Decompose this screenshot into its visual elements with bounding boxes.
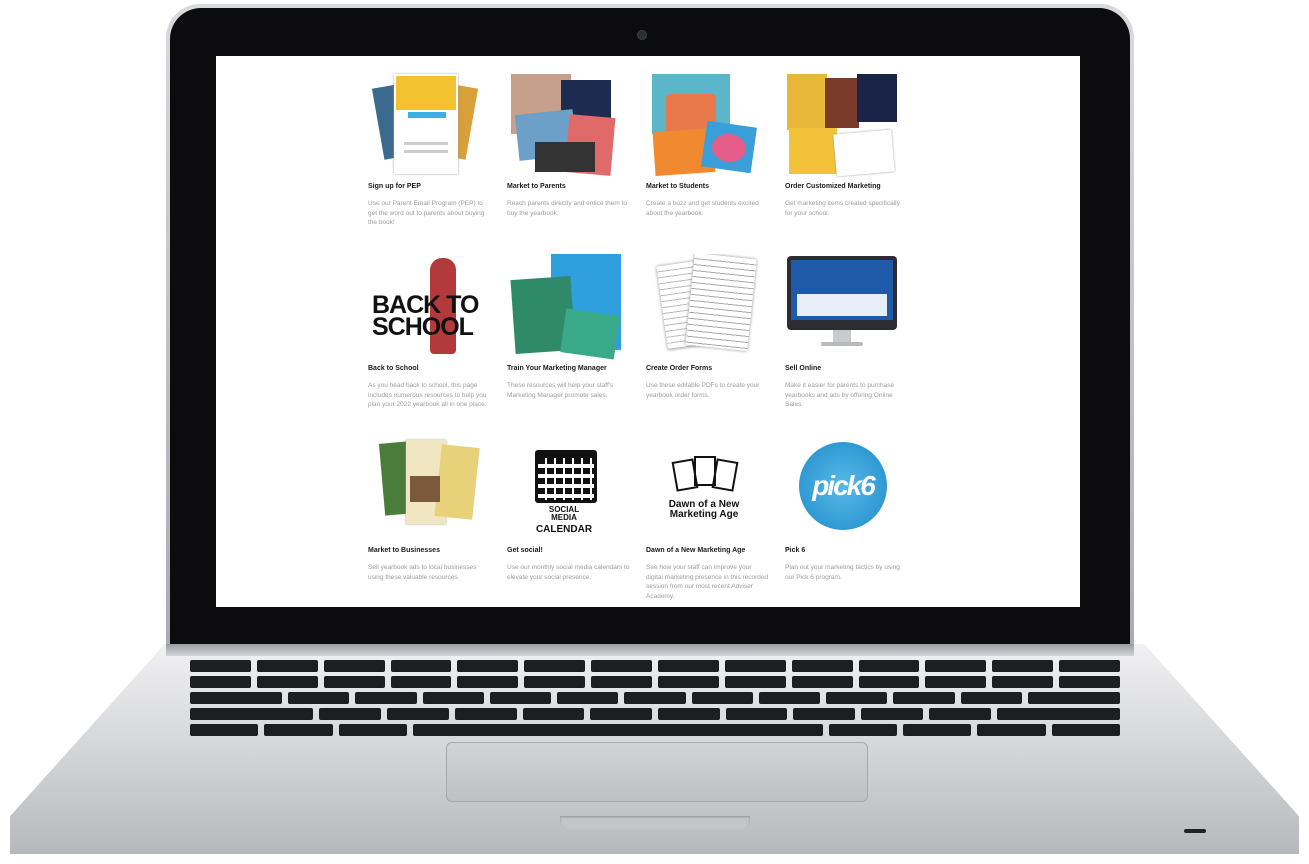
order-forms-thumbnail[interactable]	[646, 254, 760, 360]
trackpad	[446, 742, 868, 802]
card-title[interactable]: Sign up for PEP	[368, 183, 507, 190]
card-dawn-marketing-age[interactable]: Dawn of a New Marketing Age Dawn of a Ne…	[646, 436, 785, 606]
card-description: Use our monthly social media calendars t…	[507, 564, 630, 581]
pick6-logo: pick6	[799, 442, 887, 530]
card-sign-up-pep[interactable]: Sign up for PEP Use our Parent Email Pro…	[368, 72, 507, 242]
card-train-marketing-manager[interactable]: Train Your Marketing Manager These resou…	[507, 254, 646, 424]
card-description: Make it easier for parents to purchase y…	[785, 382, 895, 408]
card-description: Use our Parent Email Program (PEP) to ge…	[368, 200, 485, 226]
card-description: Create a buzz and get students excited a…	[646, 200, 759, 217]
card-create-order-forms[interactable]: Create Order Forms Use these editable PD…	[646, 254, 785, 424]
card-market-to-businesses[interactable]: Market to Businesses Sell yearbook ads t…	[368, 436, 507, 606]
card-market-to-parents[interactable]: Market to Parents Reach parents directly…	[507, 72, 646, 242]
card-description: Reach parents directly and entice them t…	[507, 200, 627, 217]
card-title[interactable]: Sell Online	[785, 365, 924, 372]
card-title[interactable]: Get social!	[507, 547, 646, 554]
card-back-to-school[interactable]: BACK TO SCHOOL Back to School As you hea…	[368, 254, 507, 424]
back-to-school-graphic-text: BACK TO SCHOOL	[372, 291, 479, 341]
phone-card-icon	[711, 458, 739, 492]
card-get-social[interactable]: SOCIAL MEDIA CALENDAR Get social! Use ou…	[507, 436, 646, 606]
back-to-school-thumbnail[interactable]: BACK TO SCHOOL	[368, 254, 482, 360]
laptop-lid: Sign up for PEP Use our Parent Email Pro…	[166, 4, 1134, 656]
resource-grid: Sign up for PEP Use our Parent Email Pro…	[368, 72, 928, 606]
card-title[interactable]: Market to Students	[646, 183, 785, 190]
sell-online-thumbnail[interactable]	[785, 254, 899, 360]
card-title[interactable]: Create Order Forms	[646, 365, 785, 372]
keyboard	[189, 660, 1121, 738]
students-thumbnail[interactable]	[646, 72, 760, 178]
screen-bezel: Sign up for PEP Use our Parent Email Pro…	[170, 8, 1130, 656]
status-led	[1184, 829, 1206, 833]
card-description: Use these editable PDFs to create your y…	[646, 382, 760, 399]
card-order-customized-marketing[interactable]: Order Customized Marketing Get marketing…	[785, 72, 924, 242]
customized-marketing-thumbnail[interactable]	[785, 72, 899, 178]
card-title[interactable]: Market to Parents	[507, 183, 646, 190]
screen: Sign up for PEP Use our Parent Email Pro…	[216, 56, 1080, 607]
card-title[interactable]: Market to Businesses	[368, 547, 507, 554]
lid-notch	[560, 816, 750, 830]
card-description: These resources will help your staff's M…	[507, 382, 614, 399]
card-title[interactable]: Back to School	[368, 365, 507, 372]
card-description: As you head back to school, this page in…	[368, 382, 487, 408]
businesses-thumbnail[interactable]	[368, 436, 482, 542]
card-description: Get marketing items created specifically…	[785, 200, 900, 217]
card-title[interactable]: Dawn of a New Marketing Age	[646, 547, 785, 554]
laptop-hinge	[166, 644, 1134, 656]
parents-thumbnail[interactable]	[507, 72, 621, 178]
card-title[interactable]: Train Your Marketing Manager	[507, 365, 646, 372]
card-description: Plan out your marketing tactics by using…	[785, 564, 900, 581]
card-market-to-students[interactable]: Market to Students Create a buzz and get…	[646, 72, 785, 242]
pep-thumbnail[interactable]	[368, 72, 482, 178]
card-description: See how your staff can improve your digi…	[646, 564, 769, 600]
card-description: Sell yearbook ads to local businesses us…	[368, 564, 477, 581]
card-pick-6[interactable]: pick6 Pick 6 Plan out your marketing tac…	[785, 436, 924, 606]
calendar-icon: SOCIAL MEDIA CALENDAR	[535, 450, 597, 535]
card-title[interactable]: Pick 6	[785, 547, 924, 554]
social-calendar-thumbnail[interactable]: SOCIAL MEDIA CALENDAR	[507, 436, 621, 542]
pick6-thumbnail[interactable]: pick6	[785, 436, 899, 542]
card-sell-online[interactable]: Sell Online Make it easier for parents t…	[785, 254, 924, 424]
marketing-manager-thumbnail[interactable]	[507, 254, 621, 360]
dawn-thumbnail[interactable]: Dawn of a New Marketing Age	[646, 436, 760, 542]
dawn-graphic-text: Dawn of a New Marketing Age	[668, 499, 740, 520]
webcam-icon	[637, 30, 647, 40]
card-title[interactable]: Order Customized Marketing	[785, 183, 924, 190]
